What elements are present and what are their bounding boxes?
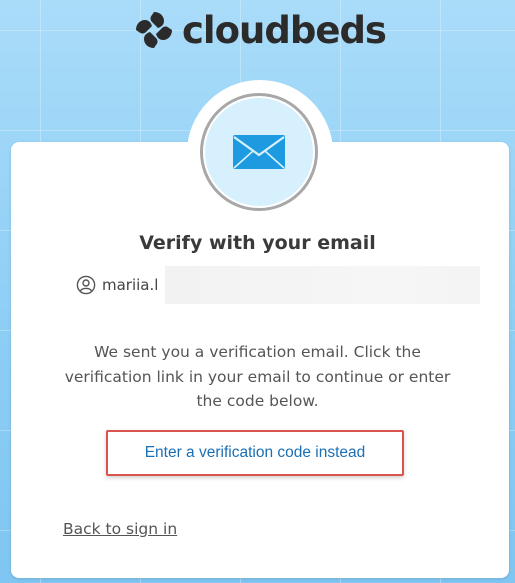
brand-name: cloudbeds (182, 8, 387, 52)
enter-code-link[interactable]: Enter a verification code instead (145, 444, 366, 462)
username: mariia.l (102, 276, 159, 294)
envelope-badge-inner (205, 98, 313, 206)
brand-logo: cloudbeds (134, 6, 387, 54)
cloudbeds-logo-icon (136, 12, 172, 48)
redacted-area (165, 266, 480, 304)
envelope-icon (233, 135, 285, 169)
back-to-sign-in-link[interactable]: Back to sign in (63, 520, 177, 538)
code-link-highlight: Enter a verification code instead (106, 430, 404, 476)
user-identifier: mariia.l (76, 274, 158, 296)
page-title: Verify with your email (139, 232, 376, 254)
user-circle-icon (76, 275, 96, 295)
verification-description: We sent you a verification email. Click … (64, 343, 451, 410)
